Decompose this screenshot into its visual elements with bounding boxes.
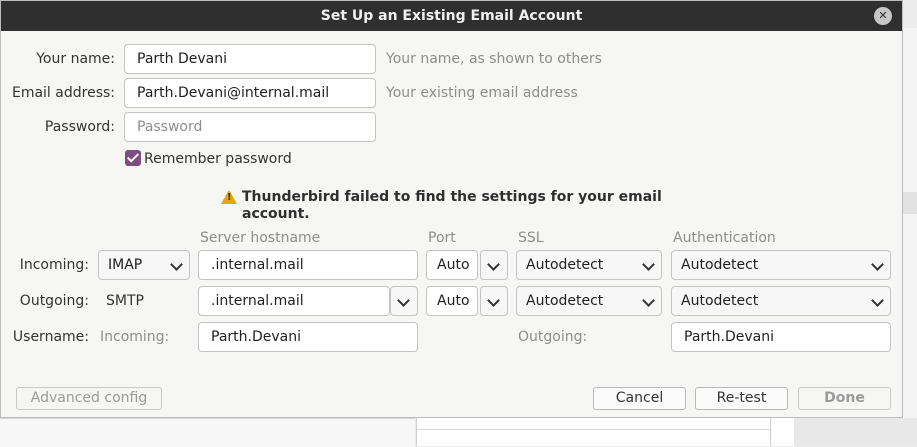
username-outgoing-label: Outgoing: bbox=[518, 329, 588, 345]
outgoing-username-input[interactable]: Parth.Devani bbox=[671, 322, 891, 352]
chevron-down-icon bbox=[170, 258, 183, 271]
email-label: Email address: bbox=[11, 85, 115, 101]
advanced-config-button[interactable]: Advanced config bbox=[16, 387, 162, 410]
title-bar: Set Up an Existing Email Account ✕ bbox=[1, 1, 902, 31]
incoming-ssl-value: Autodetect bbox=[526, 257, 604, 273]
header-server-hostname: Server hostname bbox=[200, 230, 321, 246]
name-input[interactable]: Parth Devani bbox=[124, 44, 376, 74]
incoming-port-dropdown[interactable] bbox=[480, 250, 508, 280]
background-window-edge bbox=[903, 28, 917, 418]
email-hint: Your existing email address bbox=[386, 85, 578, 101]
header-authentication: Authentication bbox=[673, 230, 776, 246]
header-ssl: SSL bbox=[518, 230, 544, 246]
background-pane-middle bbox=[416, 418, 771, 446]
outgoing-ssl-value: Autodetect bbox=[526, 293, 604, 309]
username-label: Username: bbox=[12, 329, 89, 345]
outgoing-auth-value: Autodetect bbox=[681, 293, 759, 309]
retest-button[interactable]: Re-test bbox=[695, 387, 788, 410]
chevron-down-icon bbox=[642, 294, 655, 307]
chevron-down-icon bbox=[487, 294, 500, 307]
outgoing-port-input[interactable]: Auto bbox=[426, 286, 478, 316]
email-input[interactable]: Parth.Devani@internal.mail bbox=[124, 78, 376, 108]
warning-message: Thunderbird failed to find the settings … bbox=[242, 189, 662, 222]
chevron-down-icon bbox=[397, 294, 410, 307]
outgoing-label: Outgoing: bbox=[19, 293, 89, 309]
password-input[interactable]: Password bbox=[124, 112, 376, 142]
outgoing-port-dropdown[interactable] bbox=[480, 286, 508, 316]
background-block bbox=[903, 192, 917, 214]
close-icon: ✕ bbox=[878, 9, 888, 22]
password-label: Password: bbox=[44, 119, 115, 135]
background-pane-right bbox=[794, 418, 917, 446]
incoming-port-input[interactable]: Auto bbox=[426, 250, 478, 280]
outgoing-ssl-select[interactable]: Autodetect bbox=[516, 286, 662, 316]
incoming-auth-value: Autodetect bbox=[681, 257, 759, 273]
background-pane-left bbox=[0, 418, 415, 447]
chevron-down-icon bbox=[871, 294, 884, 307]
close-button[interactable]: ✕ bbox=[874, 7, 892, 25]
incoming-protocol-value: IMAP bbox=[108, 257, 143, 273]
chevron-down-icon bbox=[642, 258, 655, 271]
username-incoming-label: Incoming: bbox=[100, 329, 170, 345]
incoming-protocol-select[interactable]: IMAP bbox=[98, 250, 190, 280]
incoming-auth-select[interactable]: Autodetect bbox=[671, 250, 891, 280]
header-port: Port bbox=[428, 230, 456, 246]
chevron-down-icon bbox=[487, 258, 500, 271]
outgoing-hostname-input[interactable]: .internal.mail bbox=[198, 286, 390, 316]
incoming-ssl-select[interactable]: Autodetect bbox=[516, 250, 662, 280]
outgoing-auth-select[interactable]: Autodetect bbox=[671, 286, 891, 316]
background-pane-narrow bbox=[770, 418, 795, 446]
name-label: Your name: bbox=[36, 51, 115, 67]
background-divider bbox=[417, 429, 771, 430]
outgoing-hostname-dropdown[interactable] bbox=[390, 286, 418, 316]
warning-icon: ! bbox=[221, 190, 237, 204]
outgoing-protocol: SMTP bbox=[106, 293, 144, 309]
account-setup-dialog: Set Up an Existing Email Account ✕ Your … bbox=[0, 0, 903, 418]
remember-password-label[interactable]: Remember password bbox=[144, 150, 292, 168]
incoming-label: Incoming: bbox=[19, 257, 89, 273]
done-button[interactable]: Done bbox=[798, 387, 891, 410]
chevron-down-icon bbox=[871, 258, 884, 271]
dialog-title: Set Up an Existing Email Account bbox=[320, 8, 583, 24]
incoming-username-input[interactable]: Parth.Devani bbox=[198, 322, 418, 352]
incoming-hostname-input[interactable]: .internal.mail bbox=[198, 250, 418, 280]
cancel-button[interactable]: Cancel bbox=[593, 387, 686, 410]
name-hint: Your name, as shown to others bbox=[386, 51, 602, 67]
remember-password-checkbox[interactable] bbox=[125, 150, 141, 166]
